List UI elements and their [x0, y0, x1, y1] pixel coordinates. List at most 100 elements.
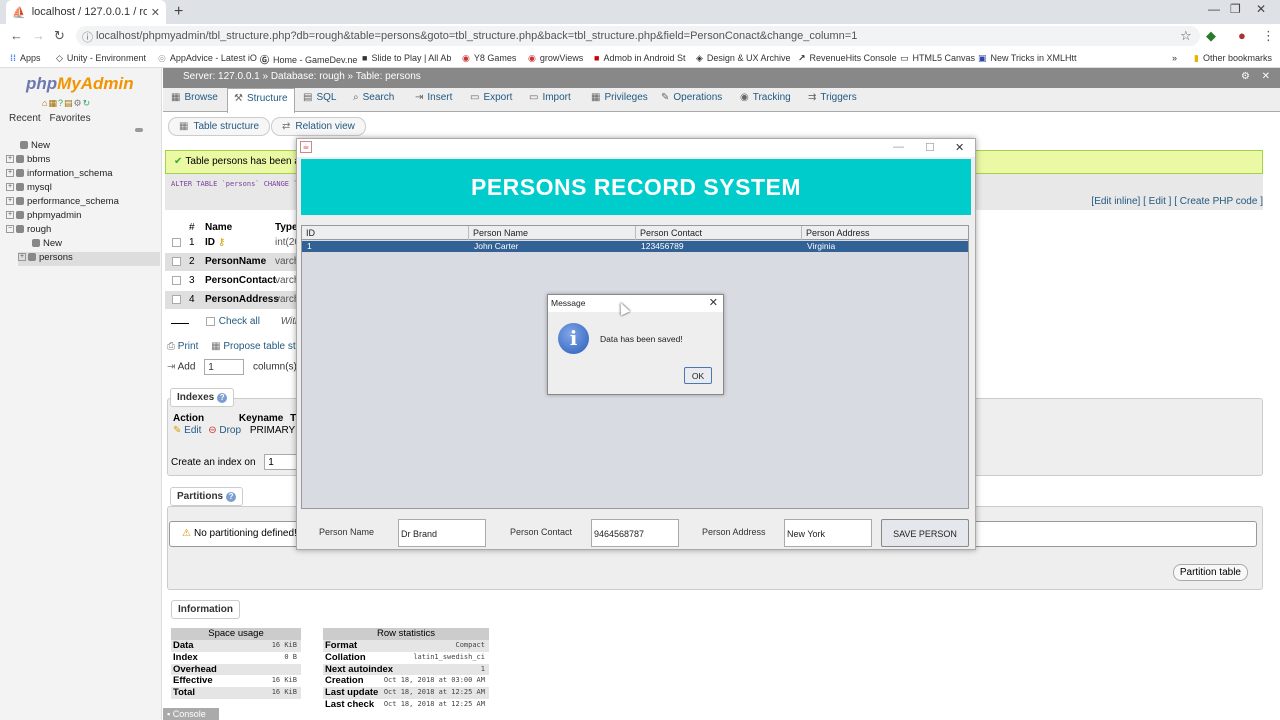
bookmark-design[interactable]: ◈ Design & UX Archive [696, 53, 790, 64]
collapse-all-icon[interactable] [135, 128, 143, 132]
subtab-relation-view[interactable]: ⇄ Relation view [271, 117, 366, 136]
row-checkbox[interactable] [172, 238, 181, 247]
reload-nav-icon[interactable]: ↻ [83, 98, 92, 108]
bookmark-appadvice[interactable]: ◎ AppAdvice - Latest iO [158, 53, 257, 64]
bookmark-y8[interactable]: ◉ Y8 Games [462, 53, 516, 64]
tab-browse[interactable]: ▦ Browse [171, 92, 218, 103]
new-tab-button[interactable]: + [174, 3, 183, 21]
minimize-icon[interactable]: — [1208, 2, 1220, 16]
tree-db-mysql[interactable]: + mysql [6, 182, 52, 196]
tab-privileges[interactable]: ▦ Privileges [591, 92, 648, 103]
logout-icon[interactable]: ▦ [48, 98, 58, 108]
column-header-contact[interactable]: Person Contact [636, 226, 802, 240]
restore-icon[interactable]: ❐ [1230, 2, 1241, 16]
help-icon[interactable]: ? [217, 393, 228, 403]
tab-structure[interactable]: ⚒ Structure [227, 88, 295, 113]
print-link[interactable]: Print [178, 341, 199, 352]
info-icon[interactable]: ⓘ [82, 29, 93, 45]
close-window-icon[interactable]: ✕ [1256, 2, 1266, 16]
browser-tab[interactable]: ⛵ localhost / 127.0.0.1 / rough / pe ✕ [6, 0, 166, 24]
collapse-icon[interactable]: − [6, 225, 14, 234]
check-all-label[interactable]: Check all [219, 316, 260, 327]
tab-import[interactable]: ▭ Import [529, 92, 571, 103]
row-statistics-table: Row statistics Format Compact Collation la… [323, 628, 489, 711]
subtab-table-structure[interactable]: ▦ Table structure [168, 117, 271, 136]
partition-table-button[interactable]: Partition table [1172, 564, 1248, 581]
bookmark-apps[interactable]: ⁞⁞ Apps [10, 53, 41, 63]
pma-logo[interactable]: phpMyAdmin [26, 74, 134, 94]
profile-avatar[interactable]: ● [1238, 28, 1246, 43]
favorites-link[interactable]: Favorites [49, 113, 90, 124]
column-header-name[interactable]: Person Name [469, 226, 636, 240]
propose-link[interactable]: Propose table stru [223, 341, 304, 352]
tree-db-performance-schema[interactable]: + performance_schema [6, 196, 119, 210]
tab-tracking[interactable]: ◉ Tracking [740, 92, 791, 103]
person-name-input[interactable]: Dr Brand [398, 519, 486, 547]
table-row[interactable]: 1 John Carter 123456789 Virginia [302, 241, 968, 252]
bookmark-admob[interactable]: ■ Admob in Android St [594, 53, 686, 63]
other-bookmarks[interactable]: ▮ Other bookmarks [1194, 53, 1272, 64]
tree-db-phpmyadmin[interactable]: + phpmyadmin [6, 210, 81, 224]
tree-new-table[interactable]: New [32, 238, 62, 252]
tab-triggers[interactable]: ⇉ Triggers [808, 92, 857, 103]
row-checkbox[interactable] [172, 257, 181, 266]
bookmark-slide[interactable]: ■ Slide to Play | All Ab [362, 53, 451, 63]
reload-icon[interactable]: ↻ [54, 28, 65, 44]
add-column-count-input[interactable]: 1 [204, 359, 245, 375]
back-icon[interactable]: ← [10, 28, 23, 43]
close-icon[interactable]: ✕ [955, 141, 964, 154]
expand-icon[interactable]: + [6, 197, 14, 206]
row-checkbox[interactable] [172, 295, 181, 304]
edit-links[interactable]: [Edit inline] [ Edit ] [ Create PHP code… [1091, 196, 1263, 207]
column-header-address[interactable]: Person Address [802, 226, 968, 240]
expand-icon[interactable]: + [6, 169, 14, 178]
column-header-id[interactable]: ID [302, 226, 469, 240]
close-tab-icon[interactable]: ✕ [151, 6, 160, 19]
settings-icon[interactable]: ⚙ [73, 98, 82, 108]
breadcrumb-text[interactable]: Server: 127.0.0.1 » Database: rough » Ta… [183, 71, 421, 82]
more-bookmarks-icon[interactable]: » [1172, 53, 1177, 63]
bookmark-unity[interactable]: ◇ Unity - Environment [56, 53, 146, 64]
tree-new-db[interactable]: New [20, 140, 50, 154]
settings-icon[interactable]: ⚙ [1241, 71, 1250, 82]
check-all-checkbox[interactable] [205, 316, 215, 326]
tree-db-information-schema[interactable]: + information_schema [6, 168, 113, 182]
save-person-button[interactable]: SAVE PERSON [881, 519, 969, 547]
expand-icon[interactable]: + [6, 211, 14, 220]
tree-db-rough[interactable]: − rough [6, 224, 51, 238]
help-icon[interactable]: ? [226, 492, 237, 502]
console-button[interactable]: ▪ Console [163, 708, 219, 720]
expand-icon[interactable]: + [6, 155, 14, 164]
tab-export[interactable]: ▭ Export [470, 92, 512, 103]
bookmark-star-icon[interactable]: ☆ [1180, 28, 1192, 44]
bookmark-growviews[interactable]: ◉ growViews [528, 53, 583, 64]
extension-icon[interactable]: ◆ [1206, 28, 1216, 44]
minimize-icon[interactable]: — [893, 141, 904, 153]
bookmark-gamedev[interactable]: Ⓖ Home - GameDev.ne [260, 53, 357, 66]
tree-table-persons[interactable]: + persons [18, 252, 160, 266]
recent-link[interactable]: Recent [9, 113, 41, 124]
close-icon[interactable]: ✕ [709, 296, 718, 309]
expand-icon[interactable]: + [18, 253, 26, 262]
address-bar[interactable]: ⓘ localhost/phpmyadmin/tbl_structure.php… [76, 26, 1200, 46]
close-icon[interactable]: ✕ [1262, 71, 1270, 82]
add-column-row: ⇥ Add 1 column(s) [167, 359, 297, 375]
expand-icon[interactable]: + [6, 183, 14, 192]
bookmark-revenuehits[interactable]: ↗ RevenueHits Console [798, 53, 897, 64]
person-contact-input[interactable]: 9464568787 [591, 519, 679, 547]
tab-insert[interactable]: ⇥ Insert [415, 92, 452, 103]
tab-search[interactable]: ⌕ Search [353, 92, 394, 103]
tab-operations[interactable]: ✎ Operations [661, 92, 722, 103]
bookmark-xml[interactable]: ▣ New Tricks in XMLHtt [978, 53, 1077, 64]
maximize-icon[interactable]: ☐ [925, 141, 935, 154]
tab-sql[interactable]: ▤ SQL [303, 92, 336, 103]
menu-icon[interactable]: ⋮ [1262, 28, 1275, 44]
ok-button[interactable]: OK [684, 367, 712, 384]
bookmark-html5[interactable]: ▭ HTML5 Canvas [900, 53, 975, 64]
tree-db-bbms[interactable]: + bbms [6, 154, 50, 168]
forward-icon[interactable]: → [32, 28, 45, 43]
index-edit-link[interactable]: Edit [184, 425, 201, 436]
index-drop-link[interactable]: Drop [219, 425, 241, 436]
person-address-input[interactable]: New York [784, 519, 872, 547]
row-checkbox[interactable] [172, 276, 181, 285]
